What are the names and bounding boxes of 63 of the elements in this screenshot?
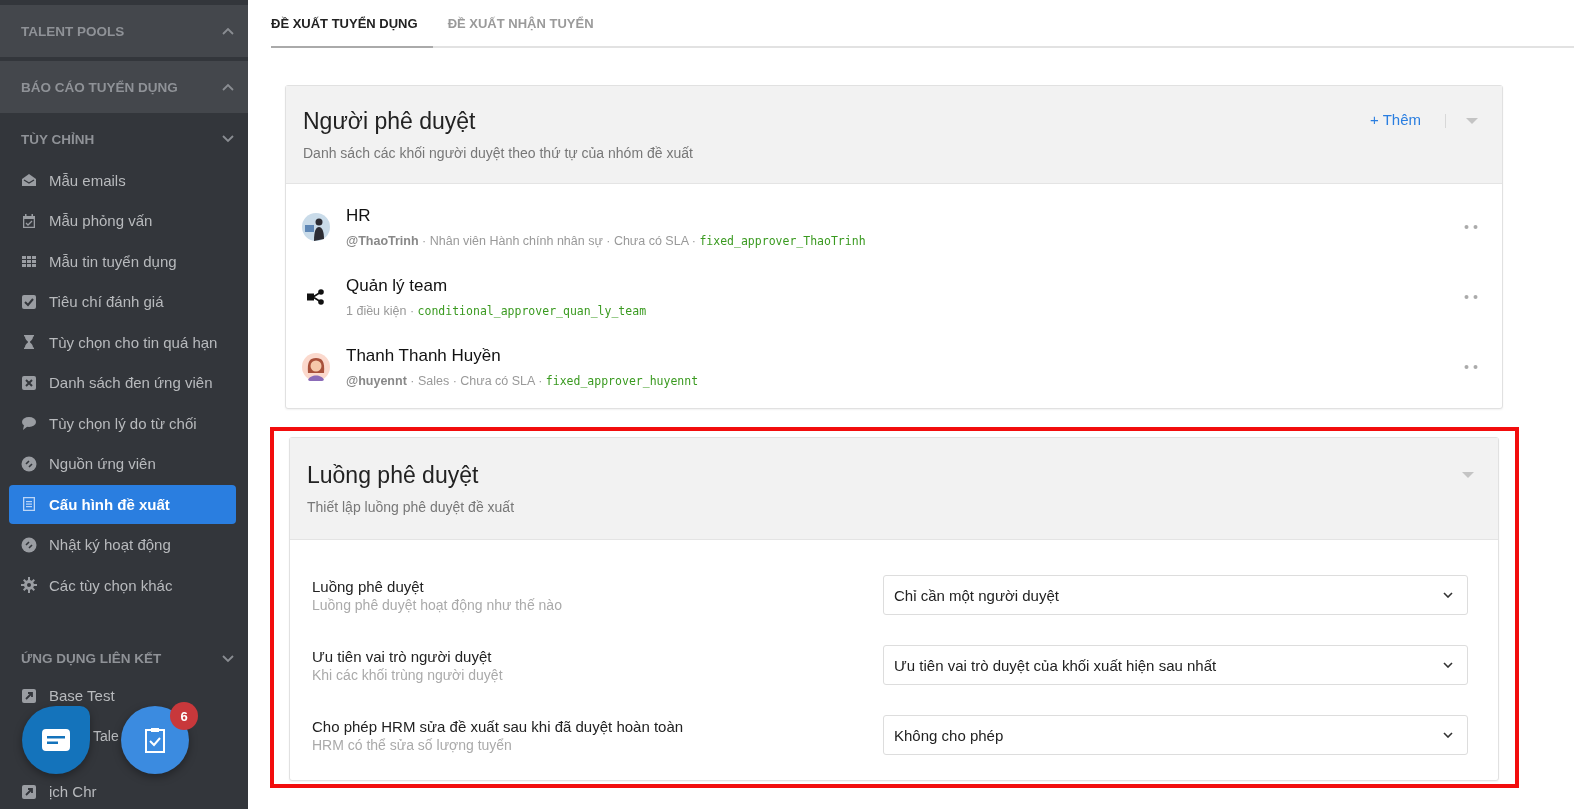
more-icon[interactable] — [1464, 365, 1478, 369]
setting-hint: Luồng phê duyệt hoạt động như thế nào — [312, 596, 563, 613]
chat-icon — [42, 729, 70, 751]
sidebar-item[interactable]: Base Test — [9, 685, 119, 706]
setting-label: Luồng phê duyệt — [312, 577, 425, 595]
check-icon — [21, 293, 37, 310]
dropdown[interactable]: Chỉ cần một người duyệt — [883, 575, 1468, 615]
setting-label: Ưu tiên vai trò người duyệt — [312, 647, 493, 665]
sidebar-item[interactable]: Nhật ký hoạt động — [9, 525, 236, 564]
doc-icon — [21, 496, 37, 513]
hourglass-icon — [21, 334, 37, 351]
sidebar-item[interactable]: Mẫu tin tuyển dụng — [9, 242, 236, 281]
sidebar-item[interactable]: Tùy chọn cho tin quá hạn — [9, 323, 236, 362]
approver-details: @huyennt · Sales · Chưa có SLA · fixed_approver_huyennt — [346, 374, 700, 388]
approver-name: HR — [346, 206, 372, 226]
sidebar-item[interactable]: Tiêu chí đánh giá — [9, 282, 236, 321]
approver-details: 1 điều kiện · conditional_approver_quan_ly_team — [346, 304, 648, 318]
comment-icon — [21, 415, 37, 432]
sidebar-item[interactable]: Danh sách đen ứng viên — [9, 363, 236, 402]
sidebar-item[interactable]: Nguồn ứng viên — [9, 444, 236, 483]
setting-hint: HRM có thể sửa số lượng tuyển — [312, 736, 513, 753]
approver-details: @ThaoTrinh · Nhân viên Hành chính nhân sự · Chưa có SLA · fixed_approver_ThaoTrinh — [346, 234, 867, 248]
more-icon[interactable] — [1464, 295, 1478, 299]
external-icon — [21, 687, 37, 704]
sidebar-item[interactable]: Cấu hình đề xuất — [9, 485, 236, 524]
notification-badge: 6 — [170, 702, 198, 730]
add-button[interactable]: + Thêm — [1370, 111, 1421, 128]
section-title[interactable]: TÙY CHỈNH — [21, 131, 95, 147]
chevron-down-icon — [1443, 732, 1453, 738]
approver-name: Thanh Thanh Huyền — [346, 346, 502, 366]
clipboard-icon — [144, 727, 166, 753]
avatar-icon — [302, 213, 330, 241]
dropdown[interactable]: Không cho phép — [883, 715, 1468, 755]
card-subtitle: Thiết lập luồng phê duyệt đề xuất — [307, 499, 516, 515]
card-title: Người phê duyệt — [303, 108, 477, 135]
caret-icon[interactable] — [1466, 118, 1478, 124]
share-icon — [307, 289, 325, 305]
card-subtitle: Danh sách các khối người duyệt theo thứ tự của nhóm đề xuất — [303, 145, 694, 161]
sidebar-item[interactable]: Tale — [93, 725, 119, 746]
sidebar-item[interactable]: ịch Chr — [9, 781, 101, 802]
dropdown[interactable]: Ưu tiên vai trò duyệt của khối xuất hiện sau nhất — [883, 645, 1468, 685]
caret-icon[interactable] — [1462, 472, 1474, 478]
approver-name: Quản lý team — [346, 276, 449, 296]
grid-icon — [21, 253, 37, 270]
xbox-icon — [21, 374, 37, 391]
section-title[interactable]: ỨNG DỤNG LIÊN KẾT — [21, 651, 162, 666]
avatar-icon — [302, 353, 330, 381]
chevron-down-icon — [1443, 592, 1453, 598]
external-icon — [21, 783, 37, 800]
more-icon[interactable] — [1464, 225, 1478, 229]
setting-hint: Khi các khối trùng người duyệt — [312, 666, 504, 683]
sidebar-item[interactable]: Các tùy chọn khác — [9, 566, 236, 605]
calendar-icon — [21, 212, 37, 229]
card-title: Luồng phê duyệt — [307, 462, 480, 489]
chevron-down-icon — [1443, 662, 1453, 668]
sidebar-item[interactable]: Mẫu emails — [9, 161, 236, 200]
tab[interactable]: ĐỀ XUẤT TUYỂN DỤNG — [271, 0, 433, 48]
sidebar-item[interactable]: Tùy chọn lý do từ chối — [9, 404, 236, 443]
sidebar-item[interactable]: Mẫu phỏng vấn — [9, 201, 236, 240]
chat-button[interactable] — [22, 706, 90, 774]
setting-label: Cho phép HRM sửa đề xuất sau khi đã duyệt hoàn toàn — [312, 717, 685, 735]
mail-icon — [21, 172, 37, 189]
gear-icon — [21, 577, 37, 594]
